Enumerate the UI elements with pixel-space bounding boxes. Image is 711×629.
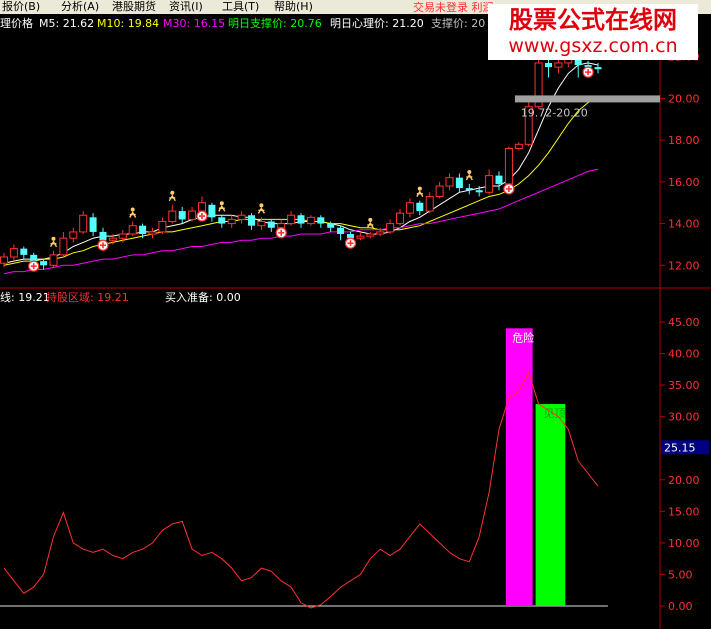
indicator-tick-label: 45.00: [668, 316, 700, 329]
walker-head-icon: [219, 201, 224, 206]
candle-body: [337, 227, 345, 235]
walker-head-icon: [417, 186, 422, 191]
candle-body: [69, 231, 78, 239]
candle-body: [20, 248, 28, 255]
candle-body: [257, 221, 266, 227]
watermark-url: www.gsxz.com.cn: [508, 35, 678, 57]
price-tick-label: 14.00: [668, 218, 700, 231]
upper-header-item: 明日支撑价: 20.76: [228, 16, 322, 30]
candle-body: [514, 143, 523, 149]
candle-body: [218, 217, 226, 224]
candle-body: [376, 231, 385, 235]
upper-header-item: M5: 21.62: [39, 17, 94, 30]
candle-body: [545, 62, 552, 68]
candle-body: [188, 210, 197, 220]
candle-body: [227, 218, 236, 225]
upper-header-item: M10: 19.84: [97, 17, 159, 30]
candle-body: [139, 225, 147, 235]
candle-body: [495, 175, 503, 184]
candle-body: [99, 231, 107, 241]
last-value-label: 25.15: [664, 441, 696, 454]
candle-body: [455, 177, 463, 189]
candle-body: [208, 204, 216, 218]
candle-body: [248, 215, 255, 226]
candle-body: [40, 261, 48, 266]
candle-body: [594, 67, 602, 70]
candle-body: [108, 237, 117, 241]
walker-head-icon: [170, 190, 175, 195]
indicator-tick-label: 0.00: [668, 600, 693, 613]
candle-body: [425, 195, 434, 212]
indicator-tick-label: 40.00: [668, 348, 700, 361]
indicator-tick-label: 35.00: [668, 379, 700, 392]
candle-body: [128, 225, 137, 235]
candle-body: [356, 235, 365, 239]
candle-body: [347, 234, 354, 239]
candle-body: [79, 214, 88, 233]
lower-header-item: 买入准备: 0.00: [165, 290, 241, 304]
price-chart: 22.0020.0018.0016.0014.0012.0019.72-20.2…: [0, 14, 711, 629]
candle-body: [267, 221, 275, 228]
candle-body: [366, 233, 375, 237]
upper-header-item: 明日心理价: 21.20: [330, 17, 424, 30]
candle-body: [287, 214, 296, 225]
candle-body: [386, 223, 395, 233]
candle-body: [89, 217, 97, 232]
candle-body: [9, 248, 18, 258]
price-tick-label: 12.00: [668, 259, 700, 272]
indicator-tick-label: 30.00: [668, 411, 700, 424]
candle-body: [178, 211, 186, 220]
candle-body: [317, 217, 325, 224]
price-tick-label: 18.00: [668, 134, 700, 147]
indicator-tick-label: 20.00: [668, 474, 700, 487]
watermark-logo: 股票公式在线网 www.gsxz.com.cn: [488, 4, 698, 60]
indicator-tick-label: 5.00: [668, 568, 693, 581]
candle-body: [158, 221, 167, 233]
lower-header-item: 线: 19.21: [0, 290, 50, 304]
candle-body: [237, 214, 246, 220]
candle-body: [148, 231, 157, 235]
upper-header-item: 理价格: [0, 16, 33, 30]
candle-body: [168, 210, 177, 223]
candle-body: [504, 147, 513, 185]
candle-body: [198, 202, 206, 212]
walker-head-icon: [467, 169, 472, 174]
candle-body: [405, 202, 414, 214]
price-tick-label: 16.00: [668, 176, 700, 189]
indicator-tick-label: 10.00: [668, 537, 700, 550]
candle-body: [118, 233, 127, 239]
upper-header-item: M30: 16.15: [163, 17, 225, 30]
candle-body: [485, 175, 494, 193]
watermark-title: 股票公式在线网: [509, 6, 677, 34]
candle-body: [327, 223, 335, 228]
candle-body: [0, 256, 8, 264]
candle-body: [554, 62, 563, 68]
signal-bar-label: 危险: [512, 330, 534, 344]
walker-head-icon: [51, 236, 56, 241]
candle-body: [306, 216, 315, 225]
support-band: [514, 95, 660, 103]
signal-bar-1: [535, 404, 566, 606]
candle-body: [396, 212, 404, 225]
candle-body: [277, 223, 286, 229]
candle-body: [465, 188, 473, 191]
signal-bar-0: [505, 328, 533, 606]
walker-head-icon: [368, 217, 373, 222]
upper-header-item: 支撑价: 20: [431, 16, 485, 30]
candle-body: [297, 215, 305, 224]
candle-body: [475, 190, 483, 193]
lower-header-item: 持股区域: 19.21: [46, 290, 129, 304]
walker-head-icon: [130, 207, 135, 212]
support-band-label: 19.72-20.20: [521, 106, 588, 119]
walker-head-icon: [259, 203, 264, 208]
candle-body: [30, 254, 38, 262]
indicator-tick-label: 15.00: [668, 505, 700, 518]
candle-body: [445, 177, 454, 187]
chart-background: [0, 14, 711, 629]
candle-body: [59, 237, 68, 256]
candle-body: [49, 254, 58, 266]
candle-body: [416, 202, 424, 212]
candle-body: [435, 185, 444, 197]
price-tick-label: 20.00: [668, 92, 700, 105]
